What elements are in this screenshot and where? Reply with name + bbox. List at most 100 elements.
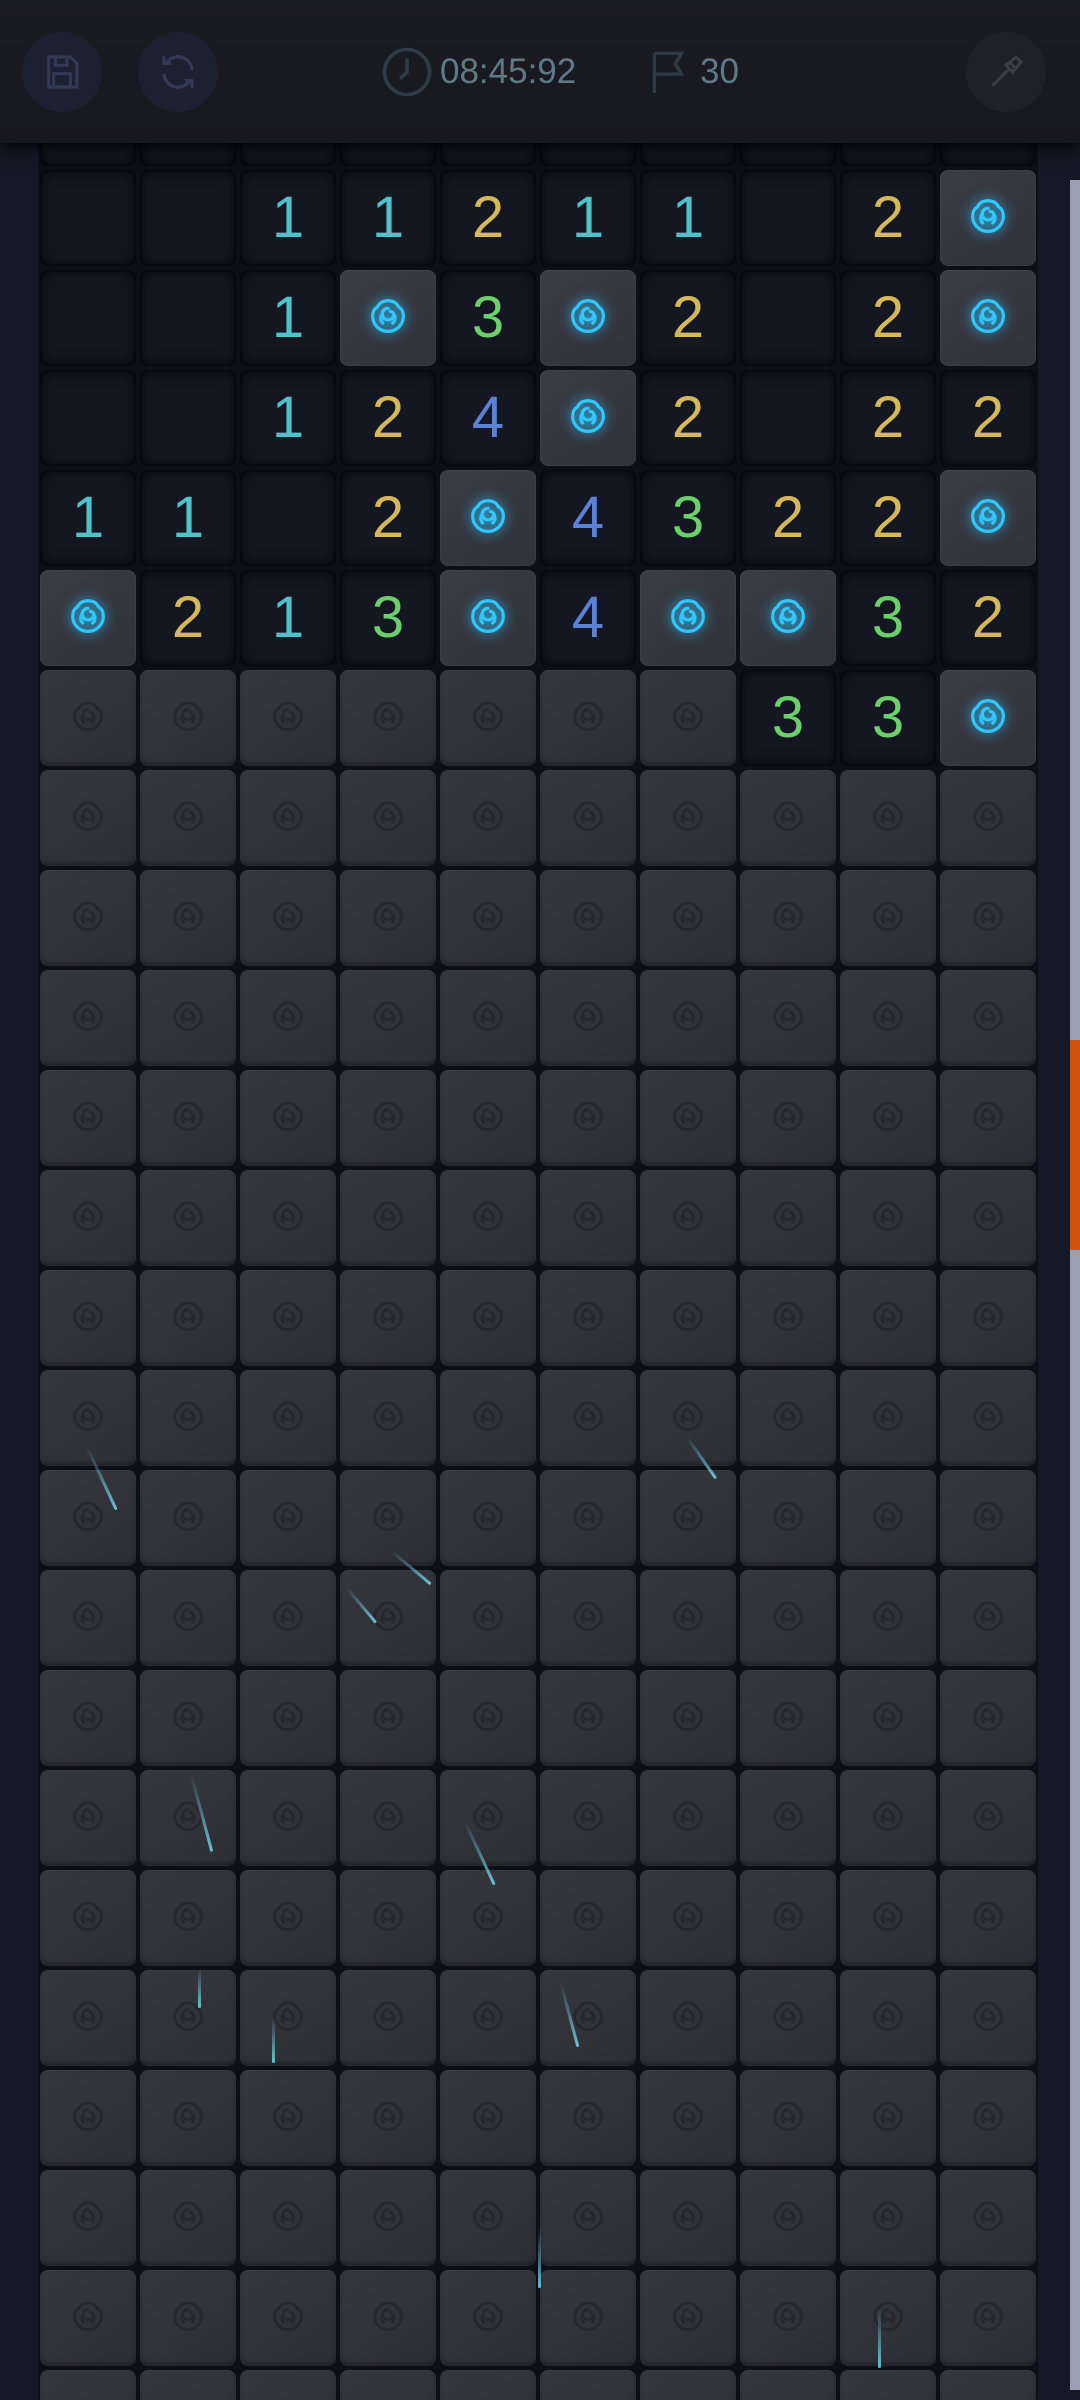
covered-cell[interactable] [140, 770, 236, 866]
covered-cell[interactable] [840, 2170, 936, 2266]
covered-cell[interactable] [940, 1570, 1036, 1666]
covered-cell[interactable] [40, 2370, 136, 2400]
covered-cell[interactable] [440, 1070, 536, 1166]
covered-cell[interactable] [840, 2270, 936, 2366]
covered-cell[interactable] [240, 2370, 336, 2400]
covered-cell[interactable] [540, 1170, 636, 1266]
covered-cell[interactable] [740, 1970, 836, 2066]
covered-cell[interactable] [340, 670, 436, 766]
scrollbar-thumb[interactable] [1070, 1040, 1080, 1250]
empty-cell[interactable] [40, 370, 136, 466]
covered-cell[interactable] [140, 1170, 236, 1266]
covered-cell[interactable] [540, 970, 636, 1066]
covered-cell[interactable] [40, 1770, 136, 1866]
covered-cell[interactable] [640, 2170, 736, 2266]
covered-cell[interactable] [940, 1870, 1036, 1966]
number-cell[interactable]: 2 [940, 570, 1036, 666]
covered-cell[interactable] [340, 1970, 436, 2066]
covered-cell[interactable] [340, 770, 436, 866]
covered-cell[interactable] [940, 2170, 1036, 2266]
mine-cell[interactable] [440, 470, 536, 566]
covered-cell[interactable] [340, 1570, 436, 1666]
covered-cell[interactable] [540, 670, 636, 766]
covered-cell[interactable] [540, 1870, 636, 1966]
covered-cell[interactable] [440, 1470, 536, 1566]
covered-cell[interactable] [40, 1070, 136, 1166]
covered-cell[interactable] [440, 1670, 536, 1766]
mine-cell[interactable] [440, 570, 536, 666]
number-cell[interactable]: 4 [540, 570, 636, 666]
number-cell[interactable]: 2 [740, 470, 836, 566]
covered-cell[interactable] [940, 1370, 1036, 1466]
covered-cell[interactable] [640, 870, 736, 966]
covered-cell[interactable] [740, 2270, 836, 2366]
covered-cell[interactable] [140, 2070, 236, 2166]
empty-cell[interactable] [140, 170, 236, 266]
number-cell[interactable]: 1 [540, 170, 636, 266]
covered-cell[interactable] [40, 2170, 136, 2266]
covered-cell[interactable] [640, 1070, 736, 1166]
covered-cell[interactable] [840, 1670, 936, 1766]
number-cell[interactable]: 2 [340, 470, 436, 566]
covered-cell[interactable] [940, 1670, 1036, 1766]
covered-cell[interactable] [340, 1770, 436, 1866]
covered-cell[interactable] [540, 1670, 636, 1766]
covered-cell[interactable] [940, 1970, 1036, 2066]
covered-cell[interactable] [640, 2270, 736, 2366]
covered-cell[interactable] [940, 1170, 1036, 1266]
covered-cell[interactable] [240, 1370, 336, 1466]
covered-cell[interactable] [740, 1370, 836, 1466]
covered-cell[interactable] [840, 1470, 936, 1566]
number-cell[interactable]: 3 [840, 670, 936, 766]
covered-cell[interactable] [240, 1270, 336, 1366]
number-cell[interactable]: 1 [340, 170, 436, 266]
covered-cell[interactable] [340, 2070, 436, 2166]
covered-cell[interactable] [340, 1170, 436, 1266]
covered-cell[interactable] [440, 1570, 536, 1666]
empty-cell[interactable] [40, 270, 136, 366]
covered-cell[interactable] [640, 1670, 736, 1766]
covered-cell[interactable] [840, 770, 936, 866]
covered-cell[interactable] [840, 1170, 936, 1266]
covered-cell[interactable] [440, 2170, 536, 2266]
covered-cell[interactable] [840, 970, 936, 1066]
covered-cell[interactable] [840, 2070, 936, 2166]
empty-cell[interactable] [140, 143, 236, 166]
covered-cell[interactable] [240, 770, 336, 866]
empty-cell[interactable] [140, 370, 236, 466]
covered-cell[interactable] [740, 1170, 836, 1266]
number-cell[interactable]: 2 [340, 370, 436, 466]
empty-cell[interactable] [140, 270, 236, 366]
covered-cell[interactable] [640, 1570, 736, 1666]
covered-cell[interactable] [740, 2170, 836, 2266]
covered-cell[interactable] [540, 1470, 636, 1566]
covered-cell[interactable] [340, 2370, 436, 2400]
number-cell[interactable]: 1 [340, 143, 436, 166]
covered-cell[interactable] [740, 2070, 836, 2166]
covered-cell[interactable] [740, 1070, 836, 1166]
covered-cell[interactable] [840, 1070, 936, 1166]
covered-cell[interactable] [40, 770, 136, 866]
covered-cell[interactable] [940, 1770, 1036, 1866]
covered-cell[interactable] [940, 2270, 1036, 2366]
mine-cell[interactable] [40, 570, 136, 666]
covered-cell[interactable] [140, 1470, 236, 1566]
tool-button[interactable] [966, 32, 1046, 112]
covered-cell[interactable] [840, 1570, 936, 1666]
number-cell[interactable]: 1 [240, 143, 336, 166]
covered-cell[interactable] [540, 1970, 636, 2066]
covered-cell[interactable] [240, 1970, 336, 2066]
covered-cell[interactable] [240, 2070, 336, 2166]
empty-cell[interactable] [740, 370, 836, 466]
number-cell[interactable]: 3 [740, 670, 836, 766]
covered-cell[interactable] [240, 1870, 336, 1966]
covered-cell[interactable] [340, 1670, 436, 1766]
covered-cell[interactable] [340, 1270, 436, 1366]
covered-cell[interactable] [940, 1470, 1036, 1566]
number-cell[interactable]: 3 [840, 570, 936, 666]
number-cell[interactable]: 2 [940, 370, 1036, 466]
covered-cell[interactable] [640, 1870, 736, 1966]
covered-cell[interactable] [240, 970, 336, 1066]
number-cell[interactable]: 4 [440, 370, 536, 466]
covered-cell[interactable] [40, 2270, 136, 2366]
